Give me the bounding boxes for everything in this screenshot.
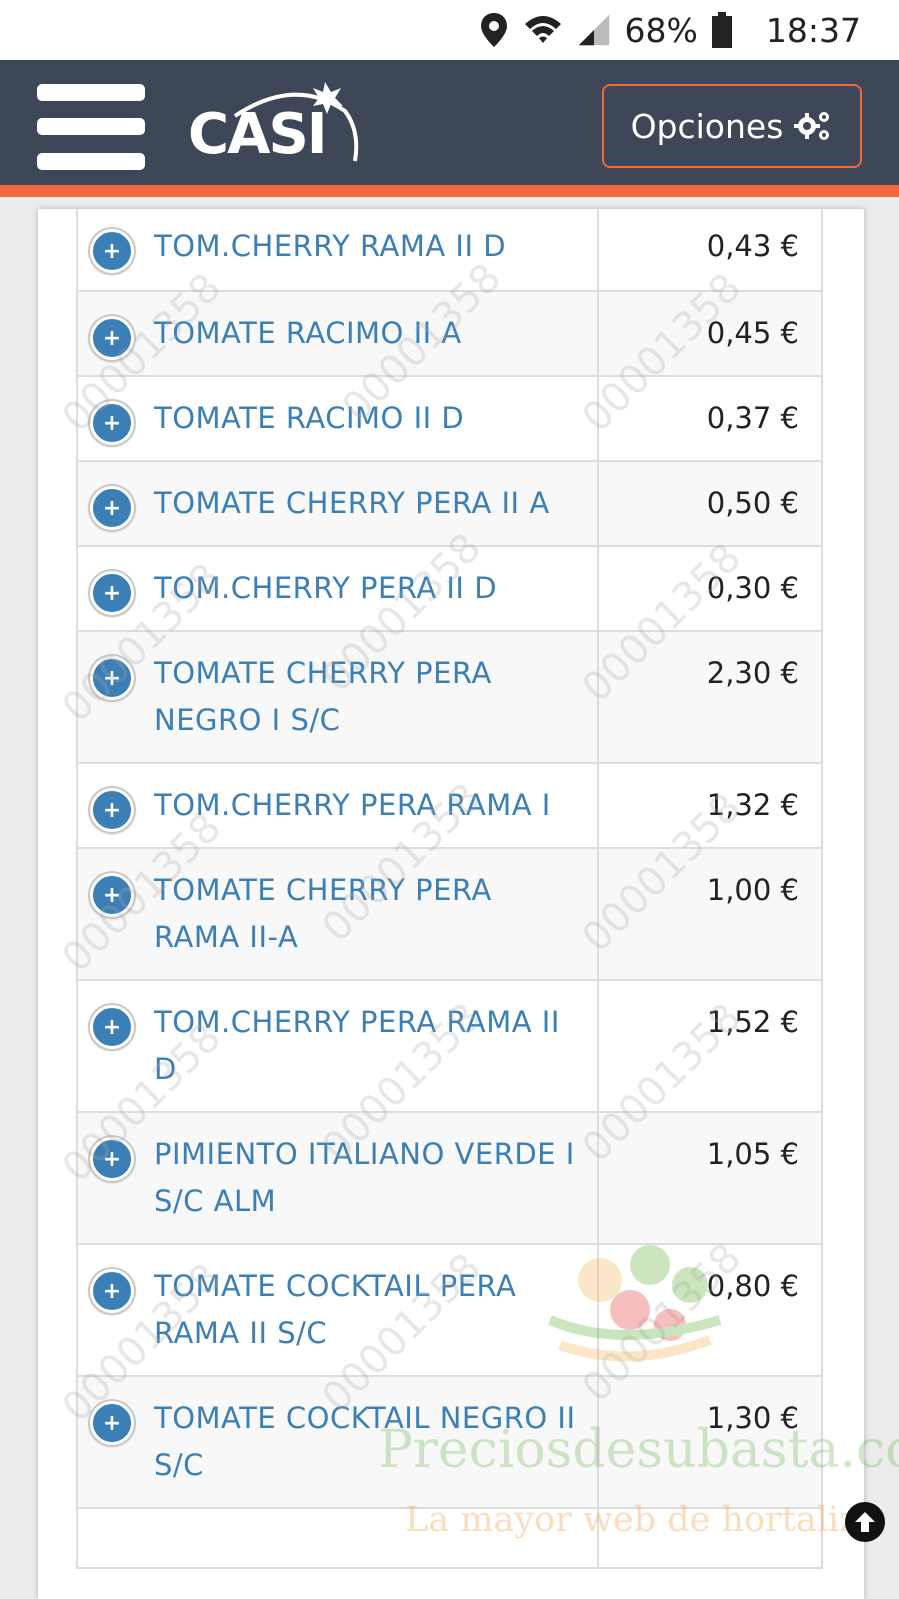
logo-text: CASI — [188, 102, 328, 167]
product-name[interactable]: TOM.CHERRY RAMA II D — [154, 223, 583, 270]
results-card: + TOM.CHERRY RAMA II D 0,43 € + TOMATE R… — [38, 209, 864, 1599]
price-cell: 0,45 € — [706, 316, 799, 350]
table-row[interactable]: + TOM.CHERRY PERA II D 0,30 € — [78, 547, 821, 632]
hamburger-line — [37, 118, 145, 135]
price-cell: 1,32 € — [706, 788, 799, 822]
product-name[interactable]: TOMATE CHERRY PERA NEGRO I S/C — [154, 650, 583, 744]
app-header: CASI Opciones — [0, 60, 899, 197]
expand-plus-icon[interactable]: + — [90, 1137, 134, 1181]
table-row[interactable]: + TOMATE COCKTAIL NEGRO II S/C 1,30 € — [78, 1377, 821, 1509]
expand-plus-icon[interactable]: + — [90, 316, 134, 360]
product-name[interactable]: TOMATE CHERRY PERA RAMA II-A — [154, 867, 583, 961]
product-cell: + TOMATE RACIMO II D — [78, 377, 599, 460]
product-cell: + TOMATE RACIMO II A — [78, 292, 599, 375]
table-row[interactable]: + TOM.CHERRY PERA RAMA II D 1,52 € — [78, 981, 821, 1113]
table-row[interactable]: + TOMATE CHERRY PERA RAMA II-A 1,00 € — [78, 849, 821, 981]
wifi-icon — [524, 16, 561, 43]
table-row[interactable]: + TOM.CHERRY PERA RAMA I 1,32 € — [78, 764, 821, 849]
product-cell — [78, 1509, 599, 1567]
price-cell: 1,00 € — [706, 873, 799, 907]
product-cell: + TOM.CHERRY PERA RAMA II D — [78, 981, 599, 1111]
expand-plus-icon[interactable]: + — [90, 401, 134, 445]
price-cell: 0,43 € — [706, 229, 799, 263]
price-cell: 0,30 € — [706, 571, 799, 605]
product-cell: + TOM.CHERRY PERA RAMA I — [78, 764, 599, 847]
price-cell: 1,30 € — [706, 1401, 799, 1435]
product-cell: + TOMATE CHERRY PERA II A — [78, 462, 599, 545]
product-name[interactable]: TOMATE COCKTAIL PERA RAMA II S/C — [154, 1263, 583, 1357]
product-cell: + PIMIENTO ITALIANO VERDE I S/C ALM — [78, 1113, 599, 1243]
product-name[interactable]: TOMATE COCKTAIL NEGRO II S/C — [154, 1395, 583, 1489]
expand-plus-icon[interactable]: + — [90, 571, 134, 615]
options-label: Opciones — [630, 106, 784, 146]
hamburger-line — [37, 153, 145, 170]
expand-plus-icon[interactable]: + — [90, 486, 134, 530]
menu-button[interactable] — [37, 82, 145, 172]
price-cell: 0,37 € — [706, 401, 799, 435]
product-name[interactable]: TOM.CHERRY PERA RAMA I — [154, 782, 583, 829]
table-row[interactable] — [78, 1509, 821, 1569]
table-row[interactable]: + PIMIENTO ITALIANO VERDE I S/C ALM 1,05… — [78, 1113, 821, 1245]
casi-logo[interactable]: CASI — [185, 76, 365, 176]
signal-icon — [578, 14, 609, 46]
price-cell: 1,52 € — [706, 1005, 799, 1039]
product-name[interactable]: TOM.CHERRY PERA II D — [154, 565, 583, 612]
product-name[interactable]: TOMATE CHERRY PERA II A — [154, 480, 583, 527]
product-name[interactable]: PIMIENTO ITALIANO VERDE I S/C ALM — [154, 1131, 583, 1225]
price-cell: 2,30 € — [706, 656, 799, 690]
clock: 18:37 — [765, 10, 861, 50]
product-cell: + TOM.CHERRY PERA II D — [78, 547, 599, 630]
expand-plus-icon[interactable]: + — [90, 1005, 134, 1049]
product-cell: + TOMATE CHERRY PERA NEGRO I S/C — [78, 632, 599, 762]
table-row[interactable]: + TOMATE CHERRY PERA NEGRO I S/C 2,30 € — [78, 632, 821, 764]
price-cell — [599, 1509, 821, 1567]
price-cell: 0,50 € — [706, 486, 799, 520]
price-cell: 0,80 € — [706, 1269, 799, 1303]
options-button[interactable]: Opciones — [602, 84, 862, 168]
product-cell: + TOMATE COCKTAIL NEGRO II S/C — [78, 1377, 599, 1507]
price-cell: 1,05 € — [706, 1137, 799, 1171]
expand-plus-icon[interactable]: + — [90, 229, 134, 273]
product-name[interactable]: TOMATE RACIMO II A — [154, 310, 583, 357]
expand-plus-icon[interactable]: + — [90, 656, 134, 700]
product-name[interactable]: TOM.CHERRY PERA RAMA II D — [154, 999, 583, 1093]
expand-plus-icon[interactable]: + — [90, 873, 134, 917]
table-row[interactable]: + TOMATE COCKTAIL PERA RAMA II S/C 0,80 … — [78, 1245, 821, 1377]
location-icon — [480, 13, 507, 47]
arrow-up-icon — [855, 1512, 875, 1532]
expand-plus-icon[interactable]: + — [90, 788, 134, 832]
table-row[interactable]: + TOMATE RACIMO II A 0,45 € — [78, 292, 821, 377]
status-bar: 68% 18:37 — [0, 0, 899, 60]
scroll-to-top-button[interactable] — [845, 1502, 885, 1542]
table-row[interactable]: + TOMATE CHERRY PERA II A 0,50 € — [78, 462, 821, 547]
product-cell: + TOMATE CHERRY PERA RAMA II-A — [78, 849, 599, 979]
product-cell: + TOMATE COCKTAIL PERA RAMA II S/C — [78, 1245, 599, 1375]
battery-percent: 68% — [624, 10, 698, 50]
expand-plus-icon[interactable]: + — [90, 1401, 134, 1445]
product-name[interactable]: TOMATE RACIMO II D — [154, 395, 583, 442]
battery-icon — [711, 12, 732, 48]
price-table: + TOM.CHERRY RAMA II D 0,43 € + TOMATE R… — [76, 209, 823, 1569]
product-cell: + TOM.CHERRY RAMA II D — [78, 209, 599, 290]
table-row[interactable]: + TOM.CHERRY RAMA II D 0,43 € — [78, 209, 821, 292]
gears-icon — [794, 112, 830, 140]
table-row[interactable]: + TOMATE RACIMO II D 0,37 € — [78, 377, 821, 462]
hamburger-line — [37, 84, 145, 101]
expand-plus-icon[interactable]: + — [90, 1269, 134, 1313]
